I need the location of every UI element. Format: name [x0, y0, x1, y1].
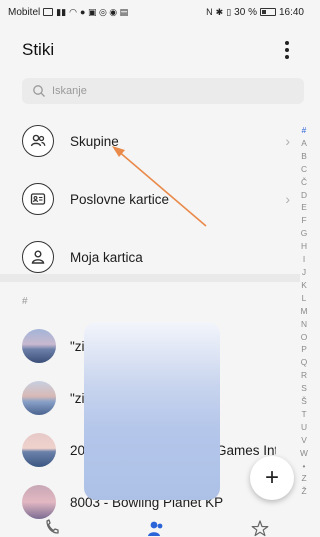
my-card-label: Moja kartica — [70, 249, 143, 265]
index-letter[interactable]: N — [301, 318, 307, 331]
search-bar[interactable] — [22, 78, 304, 104]
index-letter[interactable]: Q — [301, 356, 308, 369]
search-input[interactable] — [52, 85, 272, 97]
index-letter[interactable]: V — [301, 434, 307, 447]
avatar — [22, 381, 56, 415]
index-letter[interactable]: S — [301, 382, 307, 395]
index-letter[interactable]: P — [301, 343, 307, 356]
bluetooth-icon: ✱ — [215, 6, 224, 17]
index-letter[interactable]: • — [303, 460, 306, 473]
search-icon — [32, 84, 46, 98]
groups-item[interactable]: Skupine › — [0, 116, 300, 166]
section-divider — [0, 274, 300, 282]
index-letter[interactable]: I — [303, 253, 305, 266]
status-bar: Mobitel ▮▮ ◠ ● ▣ ◎ ◉ ▤ N ✱ ▯ 30 % 16:40 — [0, 0, 312, 24]
index-letter[interactable]: O — [301, 331, 308, 344]
notification-icons: ● ▣ ◎ ◉ ▤ — [80, 6, 129, 17]
business-cards-item[interactable]: Poslovne kartice › — [0, 174, 300, 224]
wifi-icon: ◠ — [69, 6, 78, 17]
section-header: # — [22, 296, 28, 307]
battery-percent: 30 % — [234, 6, 257, 18]
contacts-icon[interactable] — [136, 516, 176, 537]
index-letter[interactable]: E — [301, 201, 307, 214]
index-letter[interactable]: G — [301, 227, 308, 240]
avatar — [22, 485, 56, 519]
index-letter[interactable]: Č — [301, 176, 307, 189]
phone-icon[interactable] — [32, 516, 72, 537]
index-letter[interactable]: M — [301, 305, 308, 318]
quick-items-list: Skupine › Poslovne kartice › Moja kartic… — [0, 116, 300, 282]
app-bar: Stiki — [0, 28, 312, 72]
carrier-name: Mobitel — [8, 6, 41, 18]
battery-icon — [259, 8, 276, 16]
index-letter[interactable]: A — [301, 137, 307, 150]
business-cards-label: Poslovne kartice — [70, 191, 170, 207]
index-letter[interactable]: T — [301, 408, 306, 421]
index-letter[interactable]: Ž — [301, 485, 306, 498]
groups-label: Skupine — [70, 133, 119, 149]
index-letter[interactable]: J — [302, 266, 306, 279]
redaction-overlay — [84, 322, 220, 500]
clock: 16:40 — [278, 6, 304, 18]
index-letter[interactable]: R — [301, 369, 307, 382]
avatar — [22, 329, 56, 363]
index-letter[interactable]: # — [302, 124, 307, 137]
index-letter[interactable]: C — [301, 163, 307, 176]
index-letter[interactable]: Z — [301, 472, 306, 485]
vibrate-icon: ▯ — [226, 6, 232, 17]
business-card-icon — [22, 183, 54, 215]
favorites-icon[interactable] — [240, 516, 280, 537]
index-letter[interactable]: K — [301, 279, 307, 292]
chevron-right-icon: › — [285, 191, 290, 207]
person-icon — [22, 241, 54, 273]
index-letter[interactable]: L — [302, 292, 307, 305]
index-letter[interactable]: U — [301, 421, 307, 434]
alphabet-index[interactable]: # A B C Č D E F G H I J K L M N O P Q R S Š T U V W • Z Ž — [298, 124, 310, 498]
index-letter[interactable]: W — [300, 447, 308, 460]
bottom-nav — [0, 516, 312, 537]
group-icon — [22, 125, 54, 157]
index-letter[interactable]: H — [301, 240, 307, 253]
chevron-right-icon: › — [285, 133, 290, 149]
more-options-icon[interactable] — [276, 36, 298, 64]
avatar — [22, 433, 56, 467]
add-contact-button[interactable]: + — [250, 456, 294, 500]
contact-name-tail: Games Int — [216, 442, 276, 458]
index-letter[interactable]: Š — [301, 395, 307, 408]
sim-icon — [43, 8, 54, 16]
nfc-icon: N — [206, 6, 213, 17]
page-title: Stiki — [22, 40, 55, 59]
index-letter[interactable]: F — [301, 214, 306, 227]
signal-icon: ▮▮ — [56, 6, 67, 17]
index-letter[interactable]: B — [301, 150, 307, 163]
index-letter[interactable]: D — [301, 189, 307, 202]
